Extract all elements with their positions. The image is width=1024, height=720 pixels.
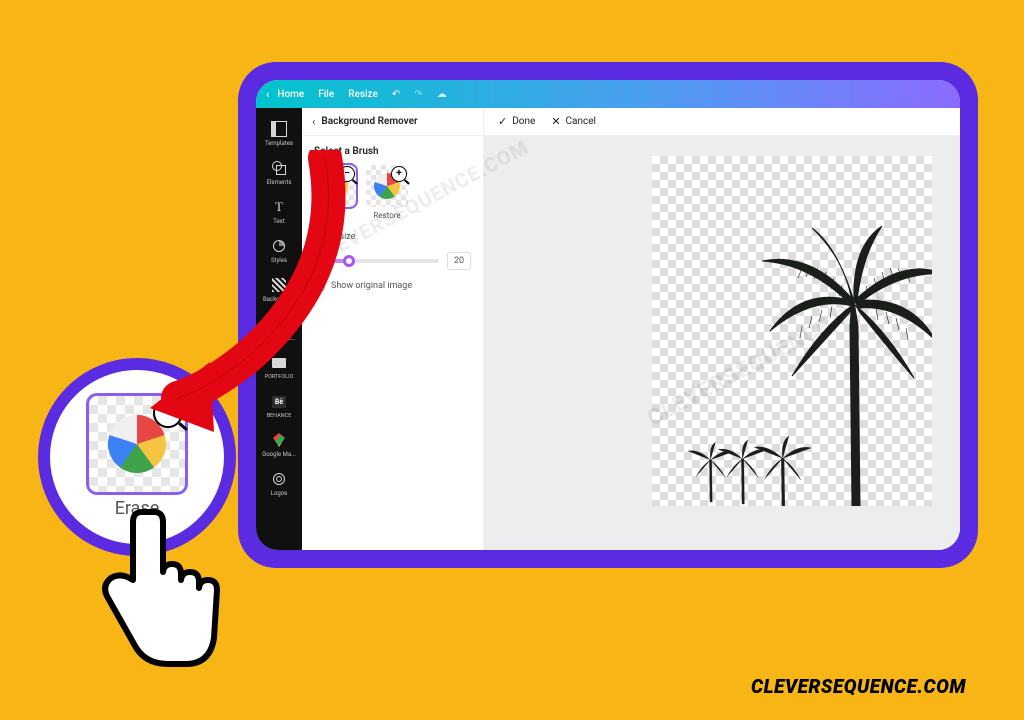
minus-magnifier-icon: − xyxy=(339,166,355,182)
panel-back-icon[interactable]: ‹ xyxy=(312,115,315,128)
back-icon[interactable]: ‹ xyxy=(266,88,269,101)
credit-text: CLEVERSEQUENCE.COM xyxy=(751,675,966,698)
rail-templates[interactable]: Templates xyxy=(256,114,302,151)
rail-logos[interactable]: Logos xyxy=(256,464,302,501)
select-brush-title: Select a Brush xyxy=(314,146,471,157)
close-icon: ✕ xyxy=(551,115,560,128)
check-icon: ✓ xyxy=(498,115,507,128)
erase-brush-enlarged: − xyxy=(89,396,185,492)
rail-behance[interactable]: Bē BEHANCE xyxy=(256,387,302,424)
rail-all-your-designs[interactable]: All your de... xyxy=(256,309,302,346)
tablet-frame: ‹ Home File Resize ↶ ↷ ☁ Templates Eleme… xyxy=(238,62,978,568)
rail-background[interactable]: Background xyxy=(256,270,302,307)
rail-label: Templates xyxy=(265,141,293,147)
restore-brush-thumb: + xyxy=(366,165,408,207)
rail-portfolio[interactable]: PORTFOLIO xyxy=(256,348,302,385)
top-menu-bar: ‹ Home File Resize ↶ ↷ ☁ xyxy=(256,80,960,108)
rail-label: PORTFOLIO xyxy=(265,375,294,381)
brush-row: − Erase + Restore xyxy=(314,165,471,220)
erase-callout: − Erase xyxy=(38,358,236,556)
panel-title: Background Remover xyxy=(321,116,417,127)
rail-text[interactable]: T Text xyxy=(256,192,302,229)
slider-knob[interactable] xyxy=(343,255,355,267)
erase-brush-thumb: − xyxy=(314,165,356,207)
undo-icon[interactable]: ↶ xyxy=(392,89,400,100)
show-original-label: Show original image xyxy=(331,281,412,291)
panel-content: Select a Brush − Erase + xyxy=(302,136,483,301)
portfolio-icon xyxy=(270,354,288,372)
left-rail: Templates Elements T Text Styles Backgro… xyxy=(256,108,302,550)
rail-label: Logos xyxy=(271,491,288,497)
checkbox-icon[interactable] xyxy=(314,280,325,291)
restore-brush[interactable]: + Restore xyxy=(366,165,408,220)
minus-magnifier-icon: − xyxy=(153,398,183,428)
canvas-toolbar: ✓ Done ✕ Cancel xyxy=(484,108,960,136)
home-menu[interactable]: Home xyxy=(277,89,304,100)
redo-icon[interactable]: ↷ xyxy=(414,89,422,100)
show-original-row[interactable]: Show original image xyxy=(314,280,471,291)
file-menu[interactable]: File xyxy=(318,89,334,100)
palm-tree-image xyxy=(652,156,932,510)
rail-label: Styles xyxy=(271,258,287,264)
elements-icon xyxy=(270,159,288,177)
artboard-transparent[interactable] xyxy=(652,156,932,506)
brush-size-value[interactable]: 20 xyxy=(447,252,471,270)
text-icon: T xyxy=(270,198,288,216)
rail-label: Text xyxy=(273,219,284,225)
folder-icon xyxy=(270,315,288,333)
rail-elements[interactable]: Elements xyxy=(256,153,302,190)
app-body: Templates Elements T Text Styles Backgro… xyxy=(256,108,960,550)
rail-label: Google Ma... xyxy=(262,452,296,458)
brush-size-label: Brush size xyxy=(314,232,355,242)
brush-size-row: Brush size xyxy=(314,232,471,242)
google-maps-icon xyxy=(270,431,288,449)
done-label: Done xyxy=(512,116,535,127)
rail-label: Elements xyxy=(267,180,292,186)
rail-label: BEHANCE xyxy=(267,414,292,420)
restore-brush-label: Restore xyxy=(373,211,400,220)
background-icon xyxy=(270,276,288,294)
templates-icon xyxy=(270,120,288,138)
side-panel: ‹ Background Remover Select a Brush − Er… xyxy=(302,108,484,550)
rail-label: All your de... xyxy=(263,336,296,342)
done-button[interactable]: ✓ Done xyxy=(498,115,535,128)
erase-brush[interactable]: − Erase xyxy=(314,165,356,220)
brush-size-controls: 20 xyxy=(314,252,471,270)
cloud-sync-icon[interactable]: ☁ xyxy=(437,89,447,100)
canvas-stage[interactable]: CLEVERSEQUENCE.COM xyxy=(484,136,960,550)
logos-icon xyxy=(270,470,288,488)
styles-icon xyxy=(270,237,288,255)
canvas-area: ✓ Done ✕ Cancel xyxy=(484,108,960,550)
behance-icon: Bē xyxy=(270,393,288,411)
plus-magnifier-icon: + xyxy=(391,166,407,182)
erase-brush-label: Erase xyxy=(325,211,345,220)
rail-label: Background xyxy=(263,297,295,303)
rail-styles[interactable]: Styles xyxy=(256,231,302,268)
callout-label: Erase xyxy=(115,498,160,519)
panel-header: ‹ Background Remover xyxy=(302,108,483,136)
brush-size-slider[interactable] xyxy=(314,259,439,263)
rail-google-maps[interactable]: Google Ma... xyxy=(256,425,302,462)
app-screen: ‹ Home File Resize ↶ ↷ ☁ Templates Eleme… xyxy=(256,80,960,550)
cancel-button[interactable]: ✕ Cancel xyxy=(551,115,596,128)
cancel-label: Cancel xyxy=(566,116,596,127)
resize-menu[interactable]: Resize xyxy=(348,89,378,100)
